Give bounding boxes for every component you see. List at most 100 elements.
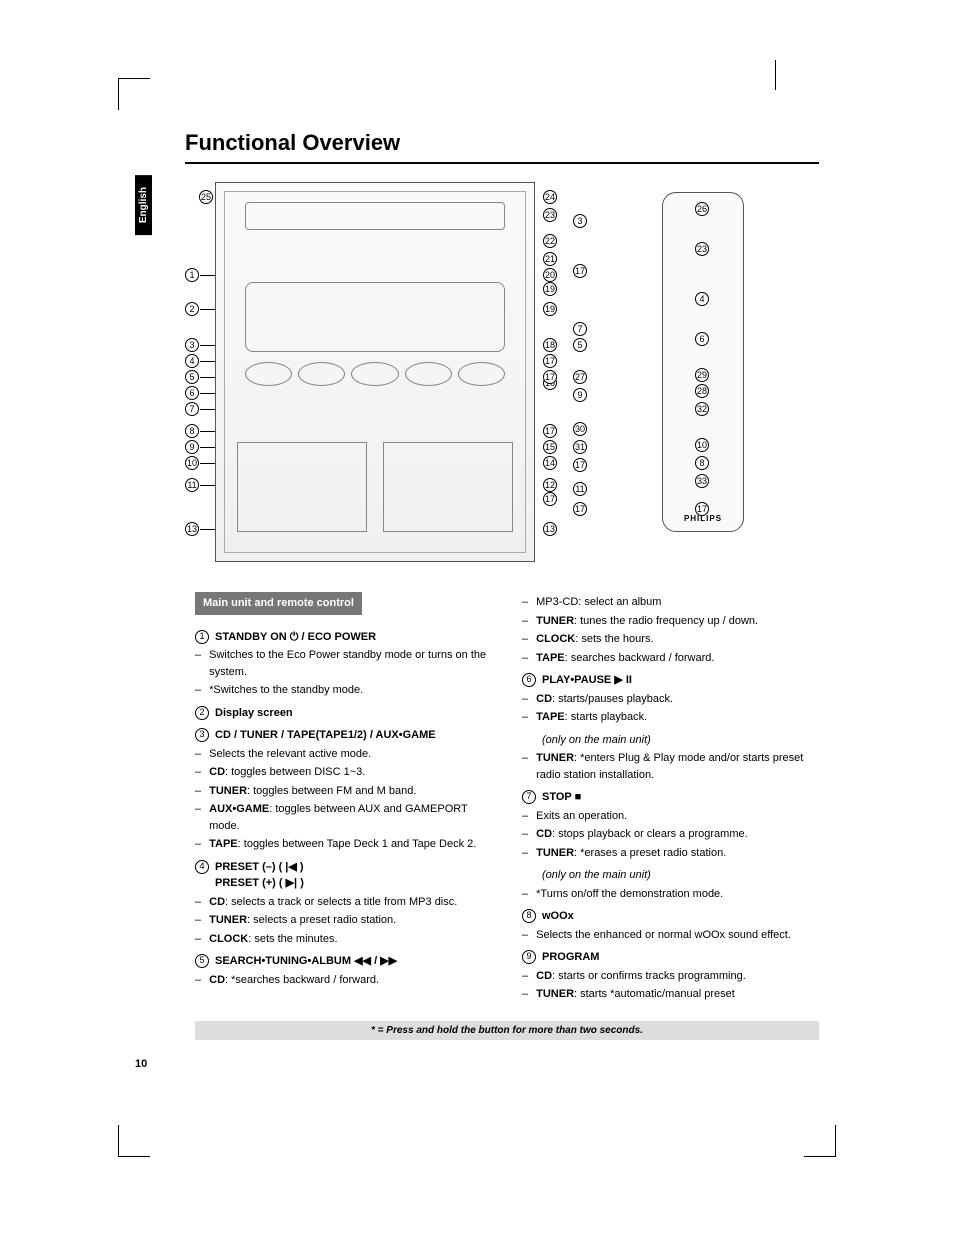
item-sub: –TUNER: *erases a preset radio station. [522, 845, 819, 862]
right-column: –MP3-CD: select an album –TUNER: tunes th… [522, 592, 819, 1003]
item-sub: –TUNER: tunes the radio frequency up / d… [522, 613, 819, 630]
callout: 11 [185, 478, 199, 492]
item-sub: –Switches to the Eco Power standby mode … [195, 647, 492, 680]
callout: 12 [543, 478, 557, 492]
item-sub: –TAPE: toggles between Tape Deck 1 and T… [195, 836, 492, 853]
item-heading: wOOx [542, 908, 819, 925]
callout: 10 [185, 456, 199, 470]
page-title: Functional Overview [185, 130, 819, 164]
control-item: 1 STANDBY ON ⏻ / ECO POWER [195, 629, 492, 646]
callout: 18 [543, 338, 557, 352]
callout: 17 [543, 354, 557, 368]
item-sub: –TAPE: starts playback. [522, 709, 819, 726]
main-unit-illustration [215, 182, 535, 562]
item-heading: PLAY•PAUSE ▶ II [542, 672, 819, 689]
callout: 3 [573, 214, 587, 228]
item-sub: –CLOCK: sets the hours. [522, 631, 819, 648]
item-sub: –*Turns on/off the demonstration mode. [522, 886, 819, 903]
callout: 14 [543, 456, 557, 470]
callout: 17 [573, 502, 587, 516]
item-number: 5 [195, 954, 209, 968]
callout: 8 [185, 424, 199, 438]
crop-mark [118, 1125, 150, 1157]
control-item: 4PRESET (–) ( |◀ )PRESET (+) ( ▶| ) [195, 859, 492, 892]
callout: 19 [543, 282, 557, 296]
control-item: 8 wOOx [522, 908, 819, 925]
callout: 6 [695, 332, 709, 346]
item-sub: –Selects the enhanced or normal wOOx sou… [522, 927, 819, 944]
item-number: 3 [195, 728, 209, 742]
callout: 17 [543, 492, 557, 506]
control-item: 6 PLAY•PAUSE ▶ II [522, 672, 819, 689]
callout: 10 [695, 438, 709, 452]
page-content: English Functional Overview 123456789101… [135, 130, 819, 1070]
item-number: 8 [522, 909, 536, 923]
item-number: 9 [522, 950, 536, 964]
item-sub: –*Switches to the standby mode. [195, 682, 492, 699]
callout: 17 [695, 502, 709, 516]
page-number: 10 [135, 1058, 819, 1070]
item-sub: –TUNER: *enters Plug & Play mode and/or … [522, 750, 819, 783]
callout: 17 [543, 424, 557, 438]
section-heading: Main unit and remote control [195, 592, 362, 615]
callout: 23 [543, 208, 557, 222]
item-heading: STANDBY ON ⏻ / ECO POWER [215, 629, 492, 646]
item-number: 1 [195, 630, 209, 644]
callout-25: 25 [199, 190, 213, 204]
callout: 20 [543, 268, 557, 282]
callout: 4 [185, 354, 199, 368]
item-number: 2 [195, 706, 209, 720]
callout: 3 [185, 338, 199, 352]
callout: 31 [573, 440, 587, 454]
item-sub: –CLOCK: sets the minutes. [195, 931, 492, 948]
callout: 1 [185, 268, 199, 282]
item-note: (only on the main unit) [522, 732, 819, 749]
control-item: 2 Display screen [195, 705, 492, 722]
item-sub: –CD: starts/pauses playback. [522, 691, 819, 708]
crop-mark [118, 78, 150, 110]
control-item: 3CD / TUNER / TAPE(TAPE1/2) / AUX•GAME [195, 727, 492, 744]
callout: 17 [573, 264, 587, 278]
callout: 17 [573, 458, 587, 472]
callout: 21 [543, 252, 557, 266]
item-sub: –MP3-CD: select an album [522, 594, 819, 611]
callout: 22 [543, 234, 557, 248]
callout: 13 [185, 522, 199, 536]
callout: 13 [543, 522, 557, 536]
callout: 4 [695, 292, 709, 306]
callout: 15 [543, 440, 557, 454]
item-heading: STOP ■ [542, 789, 819, 806]
callout: 24 [543, 190, 557, 204]
callout: 5 [185, 370, 199, 384]
item-sub: –TUNER: toggles between FM and M band. [195, 783, 492, 800]
item-heading: Display screen [215, 705, 492, 722]
device-diagram: 123456789101113 25 242322212019191817161… [195, 182, 819, 562]
callout: 6 [185, 386, 199, 400]
callout: 23 [695, 242, 709, 256]
left-column: Main unit and remote control 1 STANDBY ON… [195, 592, 492, 1003]
item-sub: –CD: selects a track or selects a title … [195, 894, 492, 911]
item-note: (only on the main unit) [522, 867, 819, 884]
item-sub: –TAPE: searches backward / forward. [522, 650, 819, 667]
callout: 32 [695, 402, 709, 416]
item-sub: –CD: stops playback or clears a programm… [522, 826, 819, 843]
description-columns: Main unit and remote control 1 STANDBY ON… [195, 592, 819, 1003]
crop-mark [775, 60, 791, 90]
item-number: 7 [522, 790, 536, 804]
control-item: 9 PROGRAM [522, 949, 819, 966]
control-item: 5SEARCH•TUNING•ALBUM ◀◀ / ▶▶ [195, 953, 492, 970]
callout: 27 [573, 370, 587, 384]
callout: 28 [695, 384, 709, 398]
item-heading: PROGRAM [542, 949, 819, 966]
callout: 7 [185, 402, 199, 416]
item-sub: –TUNER: selects a preset radio station. [195, 912, 492, 929]
item-sub: –Selects the relevant active mode. [195, 746, 492, 763]
item-sub: –CD: toggles between DISC 1~3. [195, 764, 492, 781]
item-number: 4 [195, 860, 209, 874]
item-sub: –Exits an operation. [522, 808, 819, 825]
item-number: 6 [522, 673, 536, 687]
callout: 29 [695, 368, 709, 382]
footnote: * = Press and hold the button for more t… [195, 1021, 819, 1040]
language-tab: English [135, 175, 152, 235]
callout: 8 [695, 456, 709, 470]
